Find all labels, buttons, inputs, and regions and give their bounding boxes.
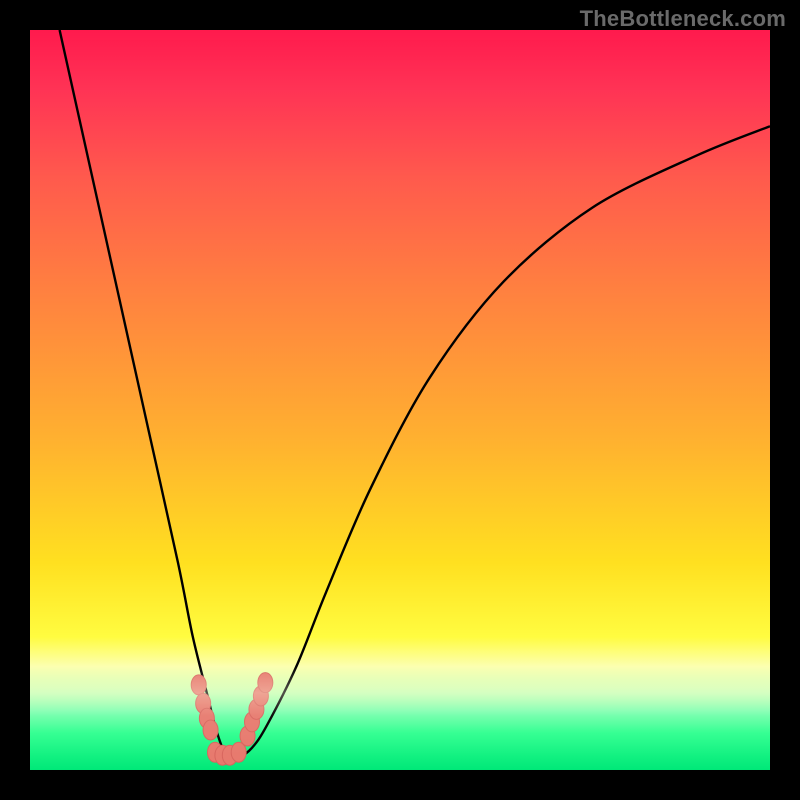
bottleneck-curve [30, 30, 770, 770]
data-marker [258, 673, 273, 693]
data-marker [191, 675, 206, 695]
data-marker [203, 720, 218, 740]
chart-plot-area [30, 30, 770, 770]
watermark-text: TheBottleneck.com [580, 6, 786, 32]
